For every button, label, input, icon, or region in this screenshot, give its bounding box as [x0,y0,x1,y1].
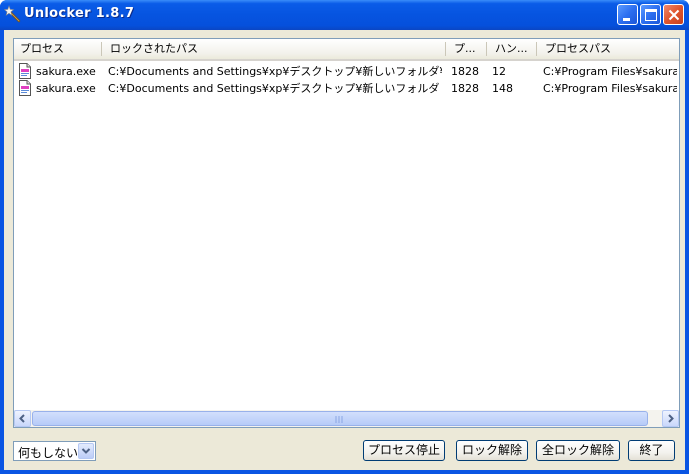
maximize-icon [645,9,657,21]
table-row[interactable]: sakura.exe C:¥Documents and Settings¥xp¥… [14,80,679,97]
action-select-value: 何もしない [18,446,79,460]
chevron-left-icon [19,414,25,423]
close-icon [668,9,680,21]
scroll-right-button[interactable] [662,410,679,427]
column-header-process-path[interactable]: プロセスパス [539,39,679,59]
close-button[interactable] [663,4,684,25]
cell-handle: 12 [492,65,506,78]
document-icon [18,80,32,96]
kill-process-button[interactable]: プロセス停止 [363,440,445,461]
minimize-button[interactable] [617,4,638,25]
cell-locked-path: C:¥Documents and Settings¥xp¥デスクトップ¥新しいフ… [108,82,440,95]
column-header-pid[interactable]: プ... [448,39,486,59]
scroll-left-button[interactable] [14,410,31,427]
cell-locked-path: C:¥Documents and Settings¥xp¥デスクトップ¥新しいフ… [108,65,442,78]
title-bar[interactable]: Unlocker 1.8.7 [0,0,689,30]
column-header-process[interactable]: プロセス [14,39,100,59]
locked-handles-list[interactable]: プロセス ロックされたパス プ... ハン... プロセスパス sakura.e… [13,38,680,428]
action-select[interactable]: 何もしない [13,441,96,461]
cell-process-path: C:¥Program Files¥sakura¥... [543,82,677,95]
window-title: Unlocker 1.8.7 [24,6,135,21]
app-window: Unlocker 1.8.7 プロセス ロックされたパス プ... ハン... … [0,0,689,474]
minimize-icon [623,18,630,21]
scroll-thumb[interactable] [32,411,648,426]
quit-button[interactable]: 終了 [628,440,675,461]
chevron-right-icon [668,414,674,423]
cell-process-path: C:¥Program Files¥sakura¥... [543,65,677,78]
list-header: プロセス ロックされたパス プ... ハン... プロセスパス [14,39,679,61]
chevron-down-icon [81,448,91,454]
grip-icon [335,416,343,423]
cell-process: sakura.exe [36,82,96,95]
client-area: プロセス ロックされたパス プ... ハン... プロセスパス sakura.e… [4,30,685,470]
cell-pid: 1828 [451,65,479,78]
column-header-handle[interactable]: ハン... [489,39,535,59]
unlock-all-button[interactable]: 全ロック解除 [536,440,620,461]
document-icon [18,63,32,79]
action-select-dropdown-button[interactable] [78,443,94,459]
cell-handle: 148 [492,82,513,95]
table-row[interactable]: sakura.exe C:¥Documents and Settings¥xp¥… [14,63,679,80]
cell-process: sakura.exe [36,65,96,78]
horizontal-scrollbar[interactable] [14,410,679,427]
maximize-button[interactable] [640,4,661,25]
cell-pid: 1828 [451,82,479,95]
unlock-button[interactable]: ロック解除 [456,440,528,461]
column-header-locked-path[interactable]: ロックされたパス [104,39,444,59]
unlocker-wand-icon [3,5,22,23]
